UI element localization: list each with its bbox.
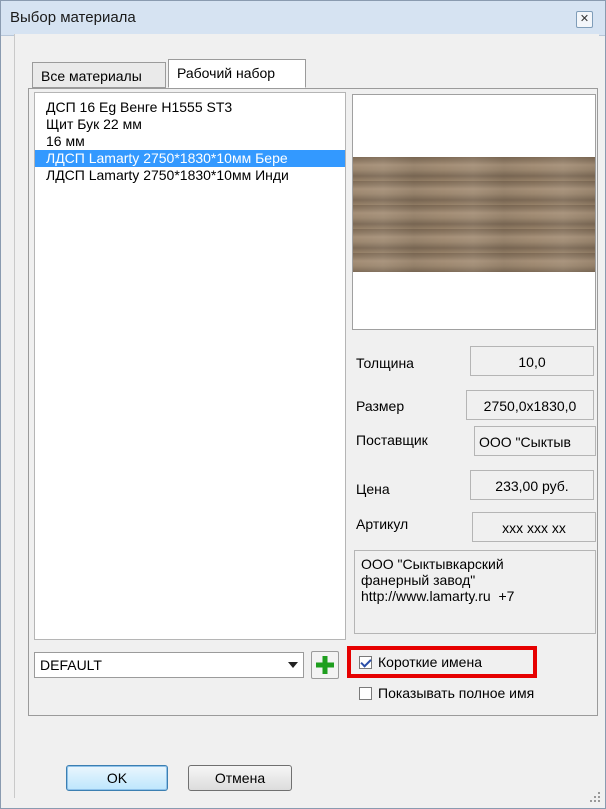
ok-button[interactable]: OK xyxy=(66,765,168,791)
cancel-button[interactable]: Отмена xyxy=(188,765,292,791)
show-full-name-label: Показывать полное имя xyxy=(378,685,535,701)
wood-texture-image xyxy=(353,157,595,272)
list-item[interactable]: 16 мм xyxy=(35,133,345,150)
list-item-selected[interactable]: ЛДСП Lamarty 2750*1830*10мм Бере xyxy=(35,150,345,167)
title-bar[interactable]: Выбор материала ✕ xyxy=(1,1,605,36)
plus-icon xyxy=(316,656,334,674)
show-full-name-checkbox[interactable] xyxy=(359,687,372,700)
list-item[interactable]: ЛДСП Lamarty 2750*1830*10мм Инди xyxy=(35,167,345,184)
article-label: Артикул xyxy=(356,516,409,532)
short-names-checkbox[interactable] xyxy=(359,656,372,669)
material-set-dropdown[interactable]: DEFAULT xyxy=(34,652,304,678)
material-set-value: DEFAULT xyxy=(40,657,102,673)
thickness-value: 10,0 xyxy=(470,346,594,376)
tab-working-set[interactable]: Рабочий набор xyxy=(168,59,306,88)
list-item[interactable]: ДСП 16 Eg Венге H1555 ST3 xyxy=(35,99,345,116)
price-value: 233,00 руб. xyxy=(470,470,594,500)
supplier-info: ООО "Сыктывкарский фанерный завод" http:… xyxy=(354,550,596,634)
close-icon: ✕ xyxy=(579,13,590,25)
list-item[interactable]: Щит Бук 22 мм xyxy=(35,116,345,133)
short-names-label: Короткие имена xyxy=(378,654,482,670)
tab-all-materials[interactable]: Все материалы xyxy=(32,62,166,88)
size-label: Размер xyxy=(356,398,405,414)
size-value: 2750,0x1830,0 xyxy=(466,390,594,420)
article-value: xxx xxx xx xyxy=(472,512,596,542)
chevron-down-icon xyxy=(288,662,298,668)
thickness-label: Толщина xyxy=(356,355,414,371)
window-title: Выбор материала xyxy=(10,9,136,26)
close-button[interactable]: ✕ xyxy=(576,11,593,28)
material-preview xyxy=(352,94,596,330)
add-set-button[interactable] xyxy=(311,651,339,679)
price-label: Цена xyxy=(356,481,390,497)
supplier-label: Поставщик xyxy=(356,432,428,448)
material-list[interactable]: ДСП 16 Eg Венге H1555 ST3 Щит Бук 22 мм … xyxy=(34,92,346,640)
resize-grip-icon[interactable] xyxy=(589,791,601,803)
supplier-value: ООО "Сыктыв xyxy=(474,426,596,456)
